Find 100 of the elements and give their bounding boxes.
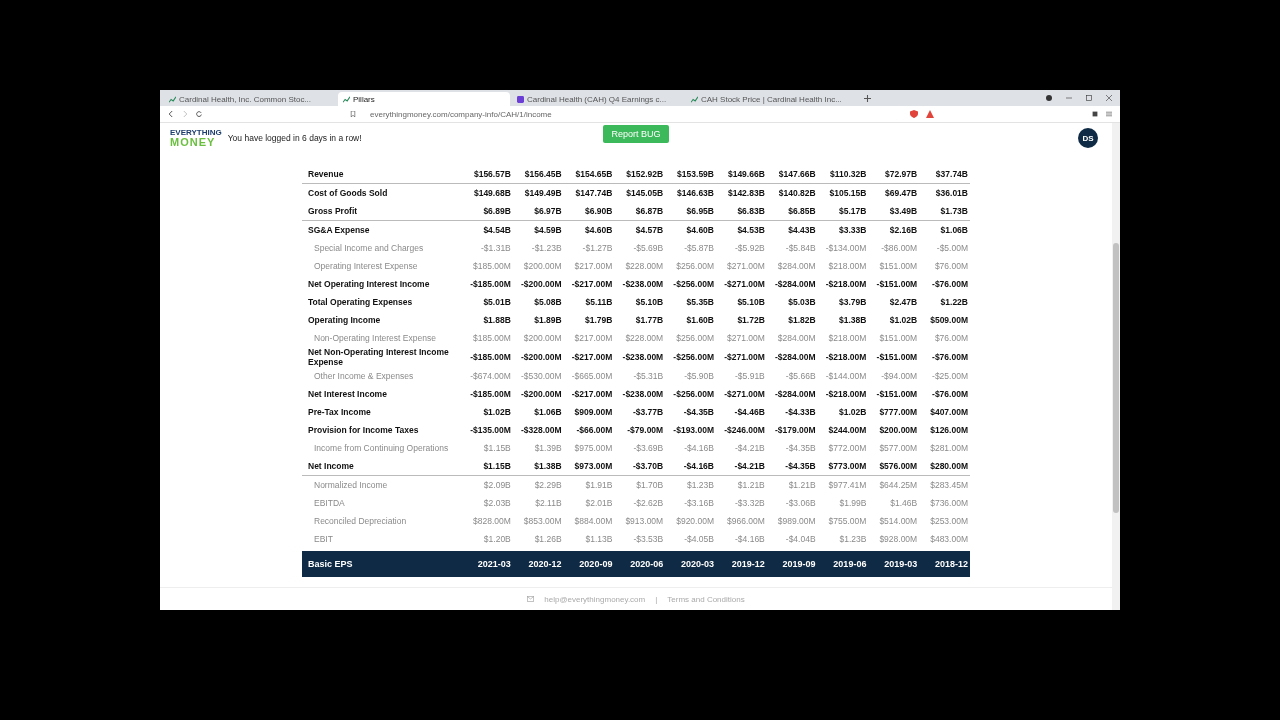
table-cell-text: $200.00M <box>522 261 563 271</box>
table-cell-text: -$218.00M <box>824 389 868 399</box>
table-cell-text: $1.73B <box>939 206 969 216</box>
table-cell-text: $147.66B <box>777 169 817 179</box>
alert-icon[interactable] <box>926 110 934 118</box>
table-cell-text: -$185.00M <box>469 389 512 399</box>
table-cell-text: $5.03B <box>787 297 817 307</box>
table-cell-text: -$674.00M <box>469 371 512 381</box>
extensions-icon[interactable] <box>1092 111 1098 117</box>
address-bar[interactable]: everythingmoney.com/company-info/CAH/1/income <box>364 108 902 120</box>
table-cell-text: $72.97B <box>884 169 919 179</box>
shield-icon[interactable] <box>910 110 918 118</box>
row-label: Revenue <box>307 169 345 179</box>
table-cell-text: $6.90B <box>583 206 614 216</box>
table-cell-text: $200.00M <box>522 333 563 343</box>
table-cell-text: -$4.46B <box>733 407 766 417</box>
table-cell-text: -$328.00M <box>519 425 563 435</box>
period-header: 2019-09 <box>781 559 817 569</box>
table-cell-text: $1.38B <box>533 461 563 471</box>
table-cell-text: -$4.21B <box>734 443 766 453</box>
table-cell-text: -$1.23B <box>530 243 563 253</box>
table-cell-text: $1.21B <box>787 480 817 490</box>
new-tab-icon[interactable] <box>864 94 871 102</box>
table-cell-text: $200.00M <box>878 425 919 435</box>
table-cell-text: $736.00M <box>929 498 969 508</box>
period-header: 2020-09 <box>578 559 614 569</box>
row-label: Non-Operating Interest Expense <box>313 333 437 343</box>
table-cell-text: $1.26B <box>533 534 563 544</box>
table-cell-text: $2.01B <box>584 498 614 508</box>
reload-icon[interactable] <box>196 111 202 117</box>
user-avatar[interactable]: DS <box>1078 128 1098 148</box>
table-cell-text: $3.33B <box>837 225 868 235</box>
row-label: Operating Income <box>307 315 382 325</box>
table-cell-text: $5.08B <box>533 297 563 307</box>
browser-tab[interactable]: Pillars <box>338 92 510 106</box>
period-header: 2021-03 <box>476 559 512 569</box>
table-cell-text: $228.00M <box>624 261 665 271</box>
browser-tab[interactable]: CAH Stock Price | Cardinal Health Inc... <box>686 92 858 106</box>
table-cell-text: $110.32B <box>829 169 868 179</box>
table-cell-text: -$271.00M <box>723 389 766 399</box>
table-cell-text: $1.60B <box>685 315 715 325</box>
row-label: EBITDA <box>313 498 346 508</box>
row-label: Net Non-Operating Interest Income Expense <box>307 347 450 367</box>
table-cell-text: -$238.00M <box>621 389 665 399</box>
row-label: Normalized Income <box>313 480 389 490</box>
table-cell-text: $828.00M <box>472 516 512 526</box>
row-label: SG&A Expense <box>307 225 371 235</box>
browser-tab[interactable]: Cardinal Health, Inc. Common Stoc... <box>164 92 336 106</box>
table-cell-text: $1.39B <box>533 443 563 453</box>
table-cell-text: $2.11B <box>534 498 563 508</box>
table-cell-text: $913.00M <box>624 516 665 526</box>
table-cell-text: -$4.16B <box>734 534 766 544</box>
table-cell-text: $5.10B <box>736 297 766 307</box>
table-cell-text: $6.89B <box>482 206 512 216</box>
table-cell-text: -$1.31B <box>480 243 512 253</box>
table-cell-text: $5.01B <box>482 297 512 307</box>
table-cell-text: -$76.00M <box>931 389 969 399</box>
table-cell-text: $975.00M <box>573 443 614 453</box>
table-cell-text: $4.60B <box>583 225 614 235</box>
table-cell-text: -$3.53B <box>632 534 665 544</box>
close-icon[interactable] <box>1106 95 1112 101</box>
table-cell-text: -$4.05B <box>683 534 715 544</box>
table-cell-text: -$5.92B <box>734 243 766 253</box>
scrollbar[interactable] <box>1112 123 1120 610</box>
table-cell-text: $140.82B <box>777 188 817 198</box>
table-cell-text: $218.00M <box>827 333 868 343</box>
table-cell-text: -$200.00M <box>519 352 563 362</box>
table-cell-text: -$3.32B <box>734 498 766 508</box>
table-cell-text: -$86.00M <box>880 243 919 253</box>
table-cell-text: $1.15B <box>482 461 512 471</box>
table-cell-text: $151.00M <box>878 333 919 343</box>
table-cell-text: $4.60B <box>685 225 715 235</box>
table-cell-text: -$76.00M <box>931 352 969 362</box>
table-cell-text: $149.66B <box>726 169 766 179</box>
restore-icon[interactable] <box>1086 95 1092 101</box>
table-cell-text: $4.53B <box>736 225 766 235</box>
account-icon[interactable] <box>1046 95 1052 101</box>
table-cell-text: -$151.00M <box>875 279 919 289</box>
table-cell-text: $271.00M <box>726 333 766 343</box>
table-cell-text: -$151.00M <box>875 389 919 399</box>
table-cell-text: -$217.00M <box>570 279 614 289</box>
table-cell-text: $966.00M <box>726 516 766 526</box>
back-icon[interactable] <box>168 111 174 117</box>
table-cell-text: $5.11B <box>584 297 614 307</box>
table-cell-text: $407.00M <box>929 407 969 417</box>
table-cell-text: $217.00M <box>573 261 614 271</box>
table-cell-text: $284.00M <box>776 333 817 343</box>
table-cell-text: -$256.00M <box>672 389 715 399</box>
table-cell-text: -$144.00M <box>824 371 868 381</box>
table-cell-text: -$2.62B <box>632 498 665 508</box>
table-cell-text: -$3.70B <box>631 461 665 471</box>
table-cell-text: -$218.00M <box>824 279 868 289</box>
table-cell-text: -$4.16B <box>683 443 715 453</box>
browser-tab[interactable]: Cardinal Health (CAH) Q4 Earnings c... <box>512 92 684 106</box>
table-cell-text: -$4.35B <box>682 407 715 417</box>
table-cell-text: -$76.00M <box>931 279 969 289</box>
row-label: Net Interest Income <box>307 389 388 399</box>
table-cell-text: -$4.33B <box>784 407 817 417</box>
table-cell-text: -$3.16B <box>683 498 715 508</box>
table-cell-text: $777.00M <box>878 407 919 417</box>
